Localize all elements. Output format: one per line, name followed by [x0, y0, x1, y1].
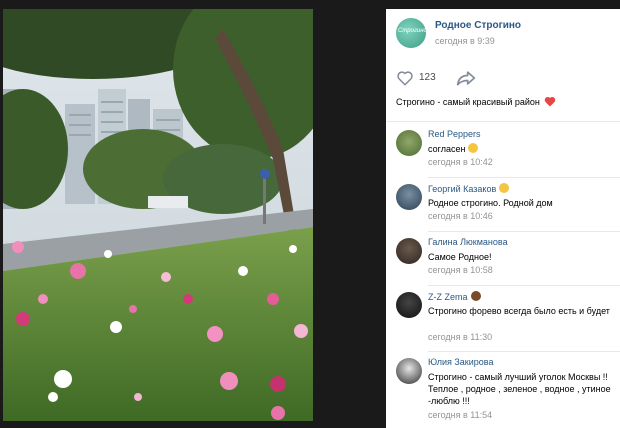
comment-text-body: согласен — [428, 144, 466, 154]
comment-item: Red Peppers согласен сегодня в 10:42 — [386, 127, 620, 172]
comment-divider — [428, 177, 620, 178]
post-text: Строгино - самый красивый район — [396, 96, 556, 107]
post-actions: 123 — [386, 64, 620, 94]
comment-divider — [428, 351, 620, 352]
share-arrow-icon[interactable] — [456, 69, 476, 87]
comment-divider — [428, 285, 620, 286]
comment-text: согласен — [428, 143, 614, 155]
comment-time[interactable]: сегодня в 10:58 — [428, 265, 493, 275]
post-photo[interactable] — [3, 9, 313, 421]
comment-author[interactable]: Георгий Казаков — [428, 183, 510, 194]
park-photo-image — [3, 9, 313, 421]
post-timestamp[interactable]: сегодня в 9:39 — [435, 36, 495, 46]
comment-time[interactable]: сегодня в 11:30 — [428, 332, 492, 342]
commenter-avatar[interactable] — [396, 184, 422, 210]
comment-item: Z-Z Zema Строгино форево всегда было ест… — [386, 289, 620, 347]
comment-text: Строгино - самый лучший уголок Москвы !!… — [428, 372, 611, 406]
commenter-avatar[interactable] — [396, 238, 422, 264]
poop-emoji-icon — [470, 291, 481, 301]
comment-author-name[interactable]: Георгий Казаков — [428, 184, 496, 194]
group-avatar[interactable]: Строгино — [396, 18, 427, 48]
grin-emoji-icon — [468, 143, 479, 153]
like-count: 123 — [419, 72, 436, 83]
comment-author[interactable]: Z-Z Zema — [428, 291, 481, 302]
heart-emoji-icon — [545, 96, 556, 107]
comment-text: Родное строгино. Родной дом — [428, 198, 553, 208]
commenter-avatar[interactable] — [396, 130, 422, 156]
commenter-avatar[interactable] — [396, 358, 422, 384]
commenter-avatar[interactable] — [396, 292, 422, 318]
comment-author-name[interactable]: Z-Z Zema — [428, 292, 468, 302]
comment-divider — [428, 231, 620, 232]
post-text-body: Строгино - самый красивый район — [396, 97, 540, 107]
comment-time[interactable]: сегодня в 10:46 — [428, 211, 493, 221]
comment-author[interactable]: Юлия Закирова — [428, 357, 493, 367]
comment-item: Георгий Казаков Родное строгино. Родной … — [386, 181, 620, 226]
comment-text: Самое Родное! — [428, 252, 492, 262]
group-avatar-logo-text: Строгино — [398, 28, 427, 34]
smile-emoji-icon — [499, 183, 510, 193]
comment-author[interactable]: Галина Люкманова — [428, 237, 508, 247]
comment-time[interactable]: сегодня в 11:54 — [428, 410, 492, 420]
comment-author[interactable]: Red Peppers — [428, 129, 481, 139]
comment-text: Строгино форево всегда было есть и будет — [428, 306, 610, 316]
comment-time[interactable]: сегодня в 10:42 — [428, 157, 493, 167]
comment-item: Галина Люкманова Самое Родное! сегодня в… — [386, 235, 620, 280]
group-name-link[interactable]: Родное Строгино — [435, 20, 521, 31]
post-header: Строгино Родное Строгино сегодня в 9:39 — [386, 9, 620, 61]
like-heart-icon[interactable] — [396, 69, 414, 87]
post-panel: Строгино Родное Строгино сегодня в 9:39 … — [386, 9, 620, 428]
comments-divider — [386, 121, 620, 122]
comment-item: Юлия Закирова Строгино - самый лучший уг… — [386, 355, 620, 427]
